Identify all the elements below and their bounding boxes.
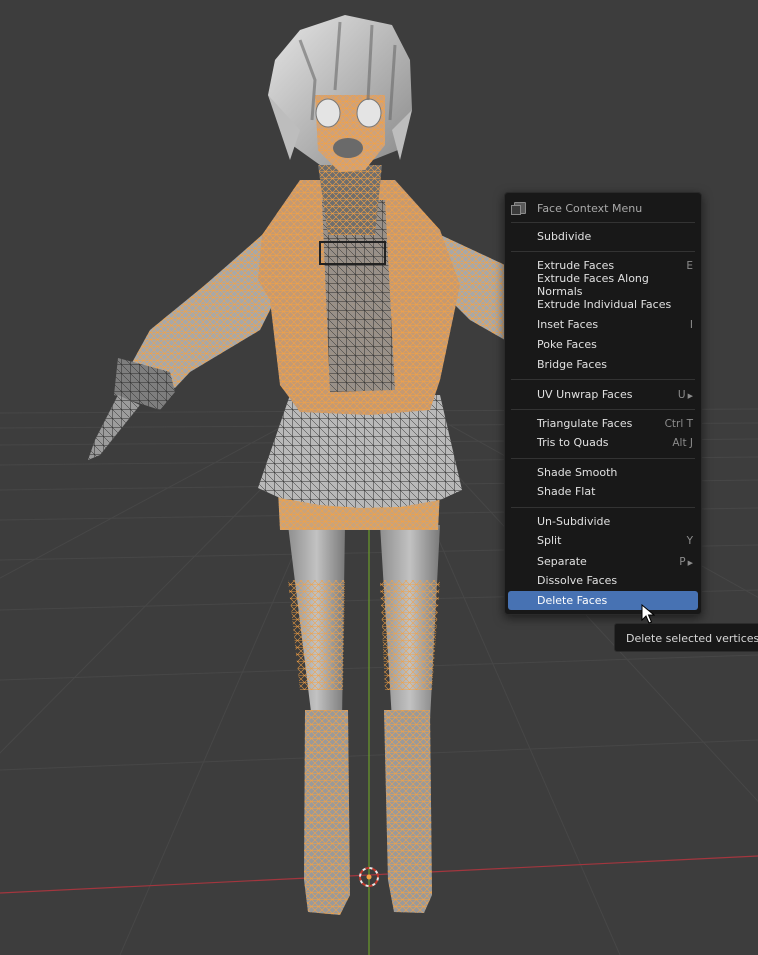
menu-item-shortcut: Alt J [672,436,693,449]
menu-separator [511,251,695,252]
menu-item-shortcut: Ctrl T [664,417,693,430]
menu-item-tris-to-quads[interactable]: Tris to Quads Alt J [508,433,698,452]
menu-item-shade-smooth[interactable]: Shade Smooth [508,463,698,482]
shortcut-text: P [679,555,686,568]
menu-item-shortcut: I [689,318,693,331]
menu-item-shortcut: Y [686,534,693,547]
menu-item-label: Split [537,534,562,547]
menu-item-dissolve-faces[interactable]: Dissolve Faces [508,571,698,590]
menu-item-shortcut: U ▶ [678,389,693,401]
menu-item-inset-faces[interactable]: Inset Faces I [508,315,698,334]
menu-separator [511,409,695,410]
menu-item-uv-unwrap-faces[interactable]: UV Unwrap Faces U ▶ [508,385,698,404]
menu-item-triangulate-faces[interactable]: Triangulate Faces Ctrl T [508,414,698,433]
menu-title: Face Context Menu [537,201,643,215]
menu-item-shade-flat[interactable]: Shade Flat [508,482,698,501]
menu-item-label: Shade Smooth [537,466,618,479]
face-mode-icon [511,202,526,215]
menu-item-label: Delete Faces [537,594,608,607]
menu-item-shortcut: E [686,259,693,272]
menu-item-un-subdivide[interactable]: Un-Subdivide [508,512,698,531]
menu-item-label: Subdivide [537,230,592,243]
menu-item-separate[interactable]: Separate P ▶ [508,552,698,571]
submenu-arrow-icon: ▶ [687,391,693,400]
menu-separator [511,507,695,508]
menu-item-split[interactable]: Split Y [508,531,698,550]
menu-separator [511,379,695,380]
menu-item-label: Separate [537,555,587,568]
menu-item-extrude-faces-along-normals[interactable]: Extrude Faces Along Normals [508,272,698,298]
character-mesh [88,15,505,915]
menu-item-label: Extrude Faces Along Normals [537,271,649,298]
menu-item-label: Dissolve Faces [537,574,618,587]
shortcut-text: U [677,388,686,401]
menu-item-delete-faces[interactable]: Delete Faces [508,591,698,610]
menu-header: Face Context Menu [505,197,701,219]
menu-item-label: UV Unwrap Faces [537,388,633,401]
menu-item-subdivide[interactable]: Subdivide [508,227,698,246]
menu-item-label: Tris to Quads [537,436,609,449]
menu-item-label: Shade Flat [537,485,596,498]
menu-item-label: Un-Subdivide [537,515,611,528]
menu-separator [511,222,695,223]
mouse-pointer-icon [641,604,655,624]
tooltip: Delete selected vertices, e [614,623,758,652]
menu-item-label: Bridge Faces [537,358,607,371]
menu-item-shortcut: P ▶ [679,556,693,568]
menu-separator [511,458,695,459]
menu-item-label: Poke Faces [537,338,597,351]
submenu-arrow-icon: ▶ [687,558,693,567]
menu-item-label: Triangulate Faces [537,417,633,430]
x-axis-line [0,855,758,894]
menu-item-extrude-individual-faces[interactable]: Extrude Individual Faces [508,295,698,314]
menu-item-label: Extrude Faces [537,259,615,272]
menu-item-label: Inset Faces [537,318,599,331]
menu-item-label: Extrude Individual Faces [537,298,672,311]
menu-item-bridge-faces[interactable]: Bridge Faces [508,355,698,374]
menu-item-poke-faces[interactable]: Poke Faces [508,335,698,354]
face-context-menu: Face Context Menu Subdivide Extrude Face… [504,192,702,615]
